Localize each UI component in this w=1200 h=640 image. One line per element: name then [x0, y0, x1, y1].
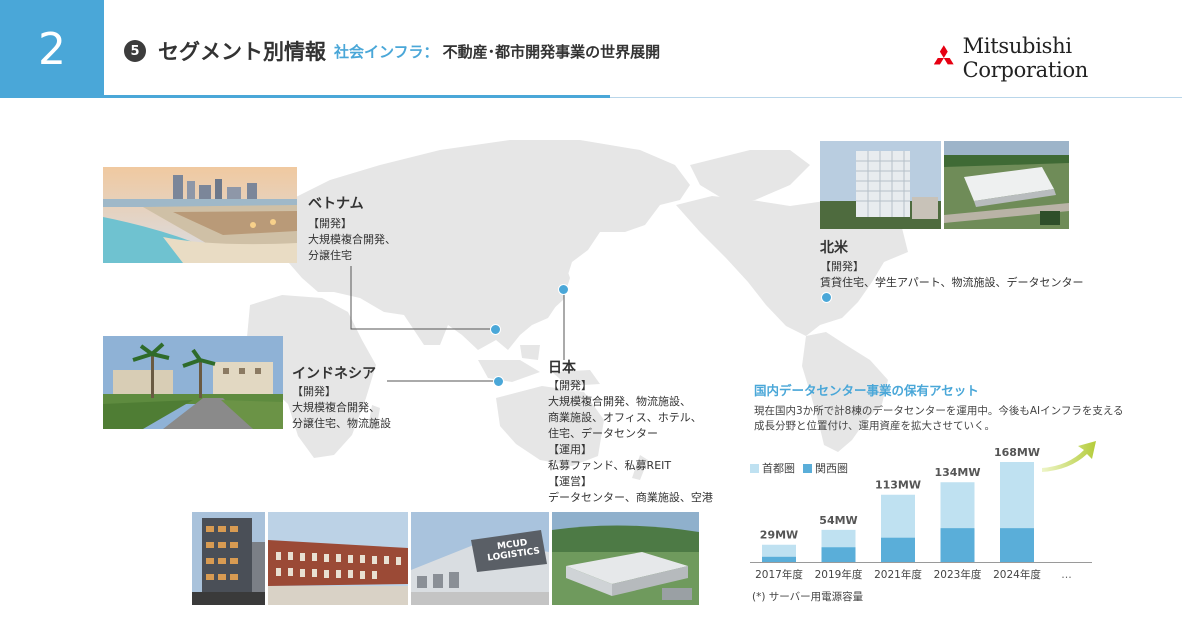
bar-total-label: 168MW — [994, 446, 1040, 459]
desc-line: 商業施設、オフィス、ホテル、 — [548, 411, 702, 424]
growth-arrow-icon — [1042, 441, 1096, 472]
desc-line: 【運営】 — [548, 475, 592, 488]
region-name-vietnam: ベトナム — [308, 196, 364, 212]
desc-line: 分譲住宅、物流施設 — [292, 417, 391, 430]
region-desc-indonesia: 【開発】 大規模複合開発、 分譲住宅、物流施設 — [292, 384, 391, 432]
location-dot-indonesia — [493, 376, 504, 387]
bar-total-label: 29MW — [760, 529, 798, 542]
bar-total-label: 134MW — [934, 466, 980, 479]
region-desc-japan: 【開発】 大規模複合開発、物流施設、 商業施設、オフィス、ホテル、 住宅、データ… — [548, 378, 713, 506]
desc-line: 【開発】 — [292, 385, 336, 398]
region-name-indonesia: インドネシア — [292, 366, 376, 382]
desc-line: 大規模複合開発、 — [292, 401, 380, 414]
desc-line: 私募ファンド、私募REIT — [548, 459, 672, 472]
x-tick-ellipsis: … — [1061, 569, 1072, 581]
desc-line: 【開発】 — [308, 217, 352, 230]
location-dot-north-america — [821, 292, 832, 303]
location-dot-japan — [558, 284, 569, 295]
desc-line: 大規模複合開発、物流施設、 — [548, 395, 691, 408]
region-name-japan: 日本 — [548, 360, 576, 376]
datacenter-title: 国内データセンター事業の保有アセット — [754, 383, 979, 398]
bar-segment — [1000, 528, 1034, 562]
region-desc-vietnam: 【開発】 大規模複合開発、 分譲住宅 — [308, 216, 396, 264]
datacenter-desc-line: 現在国内3か所で計8棟のデータセンターを運用中。今後もAIインフラを支える — [754, 405, 1124, 417]
region-name-north-america: 北米 — [820, 240, 848, 256]
x-tick-label: 2017年度 — [755, 568, 803, 581]
bar-segment — [821, 529, 856, 548]
bar-segment — [940, 482, 975, 529]
datacenter-desc-line: 成長分野と位置付け、運用資産を拡大させていく。 — [754, 420, 995, 432]
location-dot-vietnam — [490, 324, 501, 335]
region-desc-north-america: 【開発】 賃貸住宅、学生アパート、物流施設、データセンター — [820, 259, 1084, 291]
bar-segment — [881, 494, 915, 538]
footnote: (*) サーバー用電源容量 — [752, 591, 864, 603]
bar-segment — [940, 528, 975, 562]
x-tick-label: 2021年度 — [874, 568, 922, 581]
x-tick-label: 2023年度 — [934, 568, 982, 581]
bar-segment — [881, 537, 915, 562]
x-tick-label: 2024年度 — [993, 568, 1041, 581]
bar-segment — [1000, 462, 1034, 529]
desc-line: 住宅、データセンター — [548, 427, 658, 440]
desc-line: 大規模複合開発、 — [308, 233, 396, 246]
desc-line: 分譲住宅 — [308, 249, 352, 262]
desc-line: 賃貸住宅、学生アパート、物流施設、データセンター — [820, 276, 1084, 289]
bar-total-label: 113MW — [875, 479, 921, 492]
bar-segment — [821, 547, 856, 562]
desc-line: 【開発】 — [820, 260, 864, 273]
x-tick-label: 2019年度 — [815, 568, 863, 581]
desc-line: 【運用】 — [548, 443, 592, 456]
bar-total-label: 54MW — [819, 514, 857, 527]
bar-segment — [762, 544, 796, 557]
desc-line: 【開発】 — [548, 379, 592, 392]
bar-segment — [762, 556, 796, 562]
desc-line: データセンター、商業施設、空港 — [548, 491, 713, 504]
